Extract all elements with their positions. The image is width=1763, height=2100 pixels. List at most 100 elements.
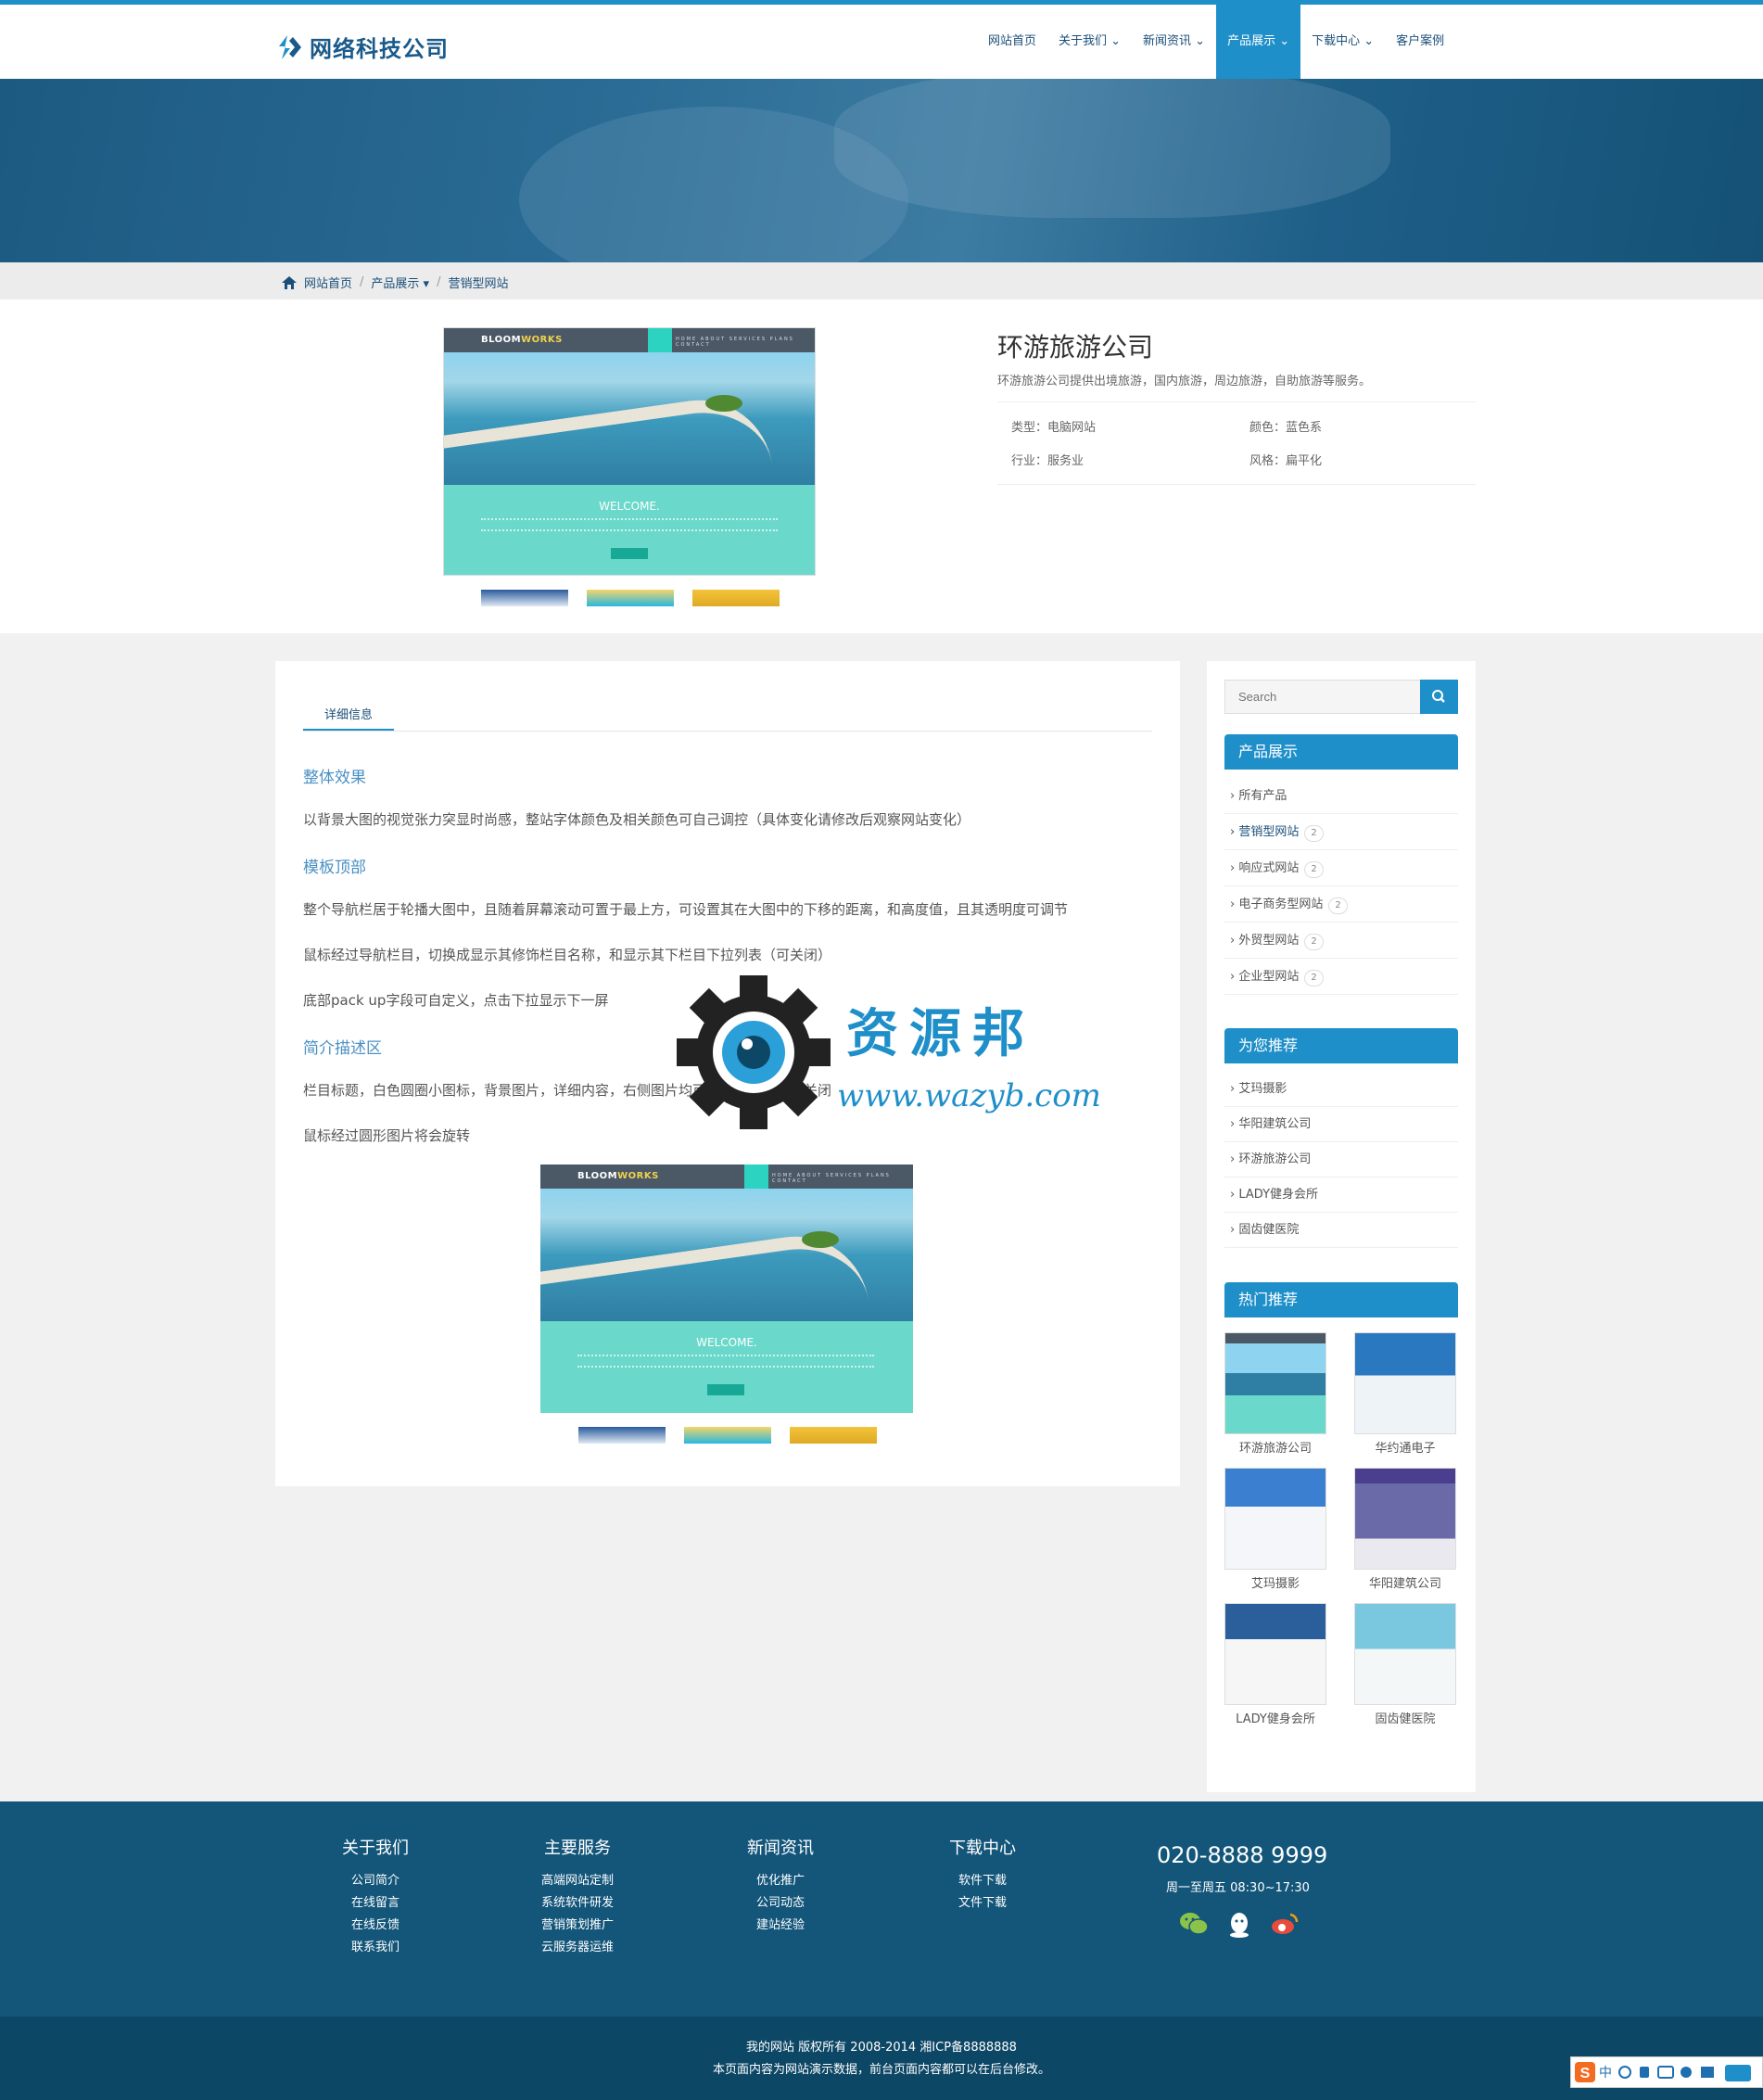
hero-banner (0, 79, 1763, 262)
footer-link[interactable]: 建站经验 (734, 1915, 827, 1937)
category-label: › 电子商务型网站 (1230, 897, 1324, 911)
hot-label: 华阳建筑公司 (1368, 1577, 1441, 1591)
website-screenshot: BLOOMWORKS HOME ABOUT SERVICES PLANS CON… (540, 1165, 913, 1413)
hot-thumbnail (1354, 1332, 1456, 1434)
footer-link[interactable]: 在线反馈 (329, 1915, 422, 1937)
search-input[interactable] (1225, 681, 1420, 713)
category-item[interactable]: › 企业型网站 2 (1224, 959, 1458, 995)
recommend-item[interactable]: › 艾玛摄影 (1224, 1072, 1458, 1107)
hot-item[interactable]: 固齿健医院 (1354, 1603, 1456, 1726)
logo-text: 网络科技公司 (310, 36, 449, 62)
category-item[interactable]: › 所有产品 (1224, 778, 1458, 814)
weibo-icon[interactable] (1270, 1911, 1300, 1937)
category-item[interactable]: › 电子商务型网站 2 (1224, 886, 1458, 923)
recommend-item[interactable]: › LADY健身会所 (1224, 1177, 1458, 1213)
category-label: › 营销型网站 (1230, 825, 1300, 839)
product-overview: BLOOMWORKS HOME ABOUT SERVICES PLANS CON… (0, 299, 1763, 633)
nav-news[interactable]: 新闻资讯 ⌄ (1132, 5, 1216, 79)
hot-item[interactable]: LADY健身会所 (1224, 1603, 1326, 1726)
nav-home[interactable]: 网站首页 (977, 5, 1047, 79)
hot-item[interactable]: 艾玛摄影 (1224, 1468, 1326, 1591)
footer-col-title: 新闻资讯 (747, 1839, 814, 1858)
nav-downloads[interactable]: 下载中心 ⌄ (1300, 5, 1385, 79)
recommend-item[interactable]: › 固齿健医院 (1224, 1213, 1458, 1248)
screenshot-brand: BLOOMWORKS (481, 335, 563, 345)
wechat-icon[interactable] (1179, 1911, 1209, 1937)
main-nav: 网站首页 关于我们 ⌄ 新闻资讯 ⌄ 产品展示 ⌄ 下载中心 ⌄ 客户案例 (977, 5, 1455, 79)
search-icon (1432, 690, 1445, 703)
screenshot-text-lines (577, 1355, 874, 1368)
footer-link[interactable]: 营销策划推广 (531, 1915, 624, 1937)
breadcrumb-current: 营销型网站 (448, 277, 509, 291)
recommend-item[interactable]: › 华阳建筑公司 (1224, 1107, 1458, 1142)
thumbnail (684, 1427, 771, 1444)
watermark: 资源邦 www.wazyb.com (675, 974, 1101, 1131)
footer-column-about: 关于我们 公司简介 在线留言 在线反馈 联系我们 (329, 1835, 422, 1959)
breadcrumb-separator: / (437, 275, 441, 289)
footer-link[interactable]: 高端网站定制 (531, 1870, 624, 1892)
screenshot-welcome: WELCOME. (599, 500, 660, 513)
product-image[interactable]: BLOOMWORKS HOME ABOUT SERVICES PLANS CON… (443, 327, 816, 576)
qq-icon[interactable] (1225, 1911, 1253, 1939)
logo[interactable]: 网络科技公司 (276, 31, 449, 63)
svg-text:S: S (1580, 2066, 1591, 2081)
ime-tool-icons (1618, 2065, 1751, 2081)
meta-style: 风格：扁平化 (1249, 454, 1323, 468)
screenshot-text-lines (481, 518, 778, 531)
footer-link[interactable]: 软件下载 (936, 1870, 1029, 1892)
category-item[interactable]: › 外贸型网站 2 (1224, 923, 1458, 959)
nav-products[interactable]: 产品展示 ⌄ (1216, 5, 1301, 79)
screenshot-nav-highlight (648, 328, 672, 352)
thumbnail (578, 1427, 666, 1444)
breadcrumb-home[interactable]: 网站首页 (304, 274, 352, 291)
thumbnail[interactable] (587, 590, 674, 606)
screenshot-nav-links: HOME ABOUT SERVICES PLANS CONTACT (676, 337, 794, 348)
breadcrumb: 网站首页 / 产品展示 ▾ / 营销型网站 (282, 274, 508, 291)
breadcrumb-products[interactable]: 产品展示 ▾ (371, 274, 429, 291)
copyright-bar: 我的网站 版权所有 2008-2014 湘ICP备8888888 本页面内容为网… (0, 2017, 1763, 2100)
count-badge: 2 (1304, 970, 1324, 986)
hot-item[interactable]: 华约通电子 (1354, 1332, 1456, 1456)
screenshot-button (611, 548, 648, 559)
footer-column-downloads: 下载中心 软件下载 文件下载 (936, 1835, 1029, 1915)
category-item[interactable]: › 响应式网站 2 (1224, 850, 1458, 886)
screenshot-brand-b: WORKS (521, 335, 563, 345)
hot-thumbnail (1224, 1468, 1326, 1570)
watermark-url: www.wazyb.com (837, 1077, 1101, 1114)
hot-label: 固齿健医院 (1375, 1712, 1436, 1726)
recommend-item[interactable]: › 环游旅游公司 (1224, 1142, 1458, 1177)
section-heading: 模板顶部 (303, 859, 366, 877)
product-title: 环游旅游公司 (997, 332, 1154, 363)
footer-link[interactable]: 文件下载 (936, 1892, 1029, 1915)
hot-label: LADY健身会所 (1236, 1712, 1315, 1726)
screenshot-brand-a: BLOOM (481, 335, 522, 345)
nav-cases[interactable]: 客户案例 (1385, 5, 1455, 79)
hot-item[interactable]: 环游旅游公司 (1224, 1332, 1326, 1456)
footer-link[interactable]: 在线留言 (329, 1892, 422, 1915)
thumbnail[interactable] (692, 590, 780, 606)
meta-color: 颜色：蓝色系 (1249, 421, 1323, 435)
footer-link[interactable]: 优化推广 (734, 1870, 827, 1892)
footer-link[interactable]: 云服务器运维 (531, 1937, 624, 1959)
demo-notice: 本页面内容为网站演示数据，前台页面内容都可以在后台修改。 (712, 2063, 1050, 2077)
nav-about[interactable]: 关于我们 ⌄ (1047, 5, 1132, 79)
header: 网络科技公司 网站首页 关于我们 ⌄ 新闻资讯 ⌄ 产品展示 ⌄ 下载中心 ⌄ … (0, 5, 1763, 79)
count-badge: 2 (1304, 825, 1324, 842)
thumbnail[interactable] (481, 590, 568, 606)
footer-link[interactable]: 系统软件研发 (531, 1892, 624, 1915)
hot-item[interactable]: 华阳建筑公司 (1354, 1468, 1456, 1591)
footer-link[interactable]: 公司简介 (329, 1870, 422, 1892)
footer-link[interactable]: 公司动态 (734, 1892, 827, 1915)
search-button[interactable] (1420, 680, 1458, 714)
hot-thumbnail (1224, 1603, 1326, 1705)
tab-details[interactable]: 详细信息 (303, 702, 394, 732)
hot-label: 艾玛摄影 (1250, 1577, 1300, 1591)
screenshot-island (802, 1231, 839, 1248)
ime-toolbar[interactable]: S 中 (1570, 2056, 1763, 2088)
footer-link[interactable]: 联系我们 (329, 1937, 422, 1959)
thumbnail (790, 1427, 877, 1444)
meta-industry: 行业：服务业 (1011, 454, 1084, 468)
website-screenshot: BLOOMWORKS HOME ABOUT SERVICES PLANS CON… (444, 328, 815, 575)
social-icons (1179, 1911, 1300, 1939)
category-item[interactable]: › 营销型网站 2 (1224, 814, 1458, 850)
